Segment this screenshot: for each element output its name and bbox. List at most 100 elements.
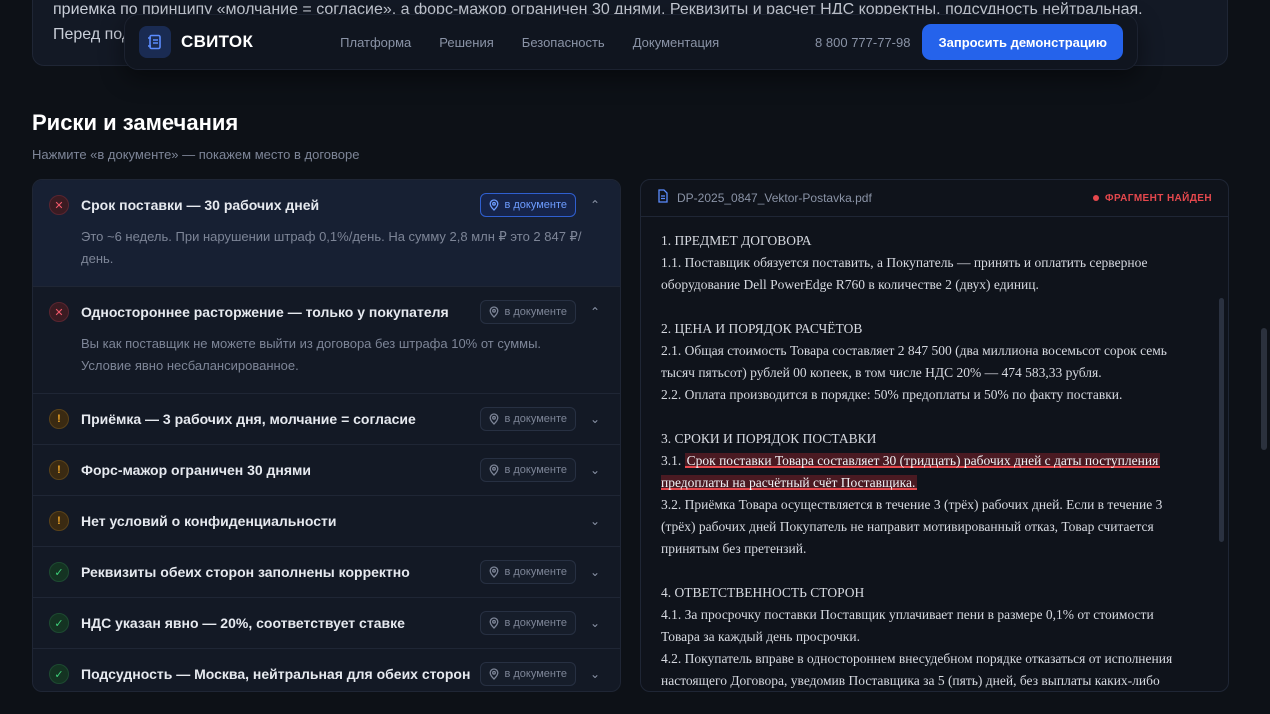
location-pin-icon: [489, 668, 499, 680]
risks-list: ✕ Срок поставки — 30 рабочих дней в доку…: [32, 179, 621, 692]
risk-title: Приёмка — 3 рабочих дня, молчание = согл…: [81, 411, 416, 427]
risk-title: Подсудность — Москва, нейтральная для об…: [81, 666, 471, 682]
chevron-down-icon[interactable]: ⌄: [586, 616, 604, 630]
warning-status-icon: !: [49, 460, 69, 480]
clause-number: 3.1.: [661, 453, 682, 468]
nav-links: Платформа Решения Безопасность Документа…: [340, 35, 747, 50]
nav-link-solutions[interactable]: Решения: [439, 35, 493, 50]
doc-heading: 4. ОТВЕТСТВЕННОСТЬ СТОРОН: [661, 585, 865, 600]
doc-line: 2.2. Оплата производится в порядке: 50% …: [661, 387, 1123, 402]
chevron-down-icon[interactable]: ⌄: [586, 514, 604, 528]
show-in-document-label: в документе: [504, 566, 567, 578]
fragment-found-badge: ФРАГМЕНТ НАЙДЕН: [1093, 193, 1212, 204]
page-scrollbar[interactable]: [1261, 328, 1267, 450]
show-in-document-button[interactable]: в документе: [480, 458, 576, 482]
risk-item-jurisdiction[interactable]: ✓ Подсудность — Москва, нейтральная для …: [33, 649, 620, 691]
location-pin-icon: [489, 306, 499, 318]
chevron-down-icon[interactable]: ⌄: [586, 565, 604, 579]
top-navigation: СВИТОК Платформа Решения Безопасность До…: [124, 14, 1138, 70]
risk-item-confidentiality[interactable]: ! Нет условий о конфиденциальности ⌄: [33, 496, 620, 547]
risk-detail-line: день.: [81, 251, 114, 266]
risk-title: Нет условий о конфиденциальности: [81, 513, 337, 529]
show-in-document-label: в документе: [504, 668, 567, 680]
doc-line: (трёх) рабочих дней Покупатель не направ…: [661, 519, 1154, 534]
doc-line: принятым без претензий.: [661, 541, 807, 556]
show-in-document-button[interactable]: в документе: [480, 662, 576, 686]
risk-title: Срок поставки — 30 рабочих дней: [81, 197, 320, 213]
doc-line: 2.1. Общая стоимость Товара составляет 2…: [661, 343, 1167, 358]
show-in-document-label: в документе: [504, 617, 567, 629]
error-status-icon: ✕: [49, 302, 69, 322]
doc-line: Товара за каждый день просрочки.: [661, 629, 860, 644]
risk-detail-line: Условие явно несбалансированное.: [81, 358, 299, 373]
request-demo-button[interactable]: Запросить демонстрацию: [922, 24, 1123, 60]
nav-link-docs[interactable]: Документация: [633, 35, 720, 50]
nav-link-platform[interactable]: Платформа: [340, 35, 411, 50]
show-in-document-button[interactable]: в документе: [480, 560, 576, 584]
doc-line: 4.1. За просрочку поставки Поставщик упл…: [661, 607, 1154, 622]
show-in-document-label: в документе: [504, 199, 567, 211]
risk-title: Форс-мажор ограничен 30 днями: [81, 462, 312, 478]
doc-heading: 1. ПРЕДМЕТ ДОГОВОРА: [661, 233, 812, 248]
document-scrollbar[interactable]: [1219, 298, 1224, 542]
error-status-icon: ✕: [49, 195, 69, 215]
chevron-down-icon[interactable]: ⌄: [586, 667, 604, 681]
chevron-down-icon[interactable]: ⌄: [586, 463, 604, 477]
doc-line: предоплаты на расчётный счёт Поставщика.: [661, 472, 1208, 494]
risk-detail: Вы как поставщик не можете выйти из дого…: [33, 333, 620, 393]
document-text: 1. ПРЕДМЕТ ДОГОВОРА 1.1. Поставщик обязу…: [641, 217, 1228, 691]
show-in-document-label: в документе: [504, 413, 567, 425]
chevron-up-icon[interactable]: ⌃: [586, 198, 604, 212]
show-in-document-button[interactable]: в документе: [480, 407, 576, 431]
risk-item-force-majeure[interactable]: ! Форс-мажор ограничен 30 днями в докуме…: [33, 445, 620, 496]
location-pin-icon: [489, 617, 499, 629]
risk-title: Одностороннее расторжение — только у пок…: [81, 304, 449, 320]
document-header: DP-2025_0847_Vektor-Postavka.pdf ФРАГМЕН…: [641, 180, 1228, 217]
document-filename: DP-2025_0847_Vektor-Postavka.pdf: [677, 191, 872, 205]
doc-line: настоящего Договора, уведомив Поставщика…: [661, 673, 1160, 688]
show-in-document-label: в документе: [504, 464, 567, 476]
risk-item-acceptance[interactable]: ! Приёмка — 3 рабочих дня, молчание = со…: [33, 394, 620, 445]
risk-item-delivery-term[interactable]: ✕ Срок поставки — 30 рабочих дней в доку…: [33, 180, 620, 287]
risk-detail: Это ~6 недель. При нарушении штраф 0,1%/…: [33, 226, 620, 286]
fragment-found-label: ФРАГМЕНТ НАЙДЕН: [1105, 192, 1212, 204]
risk-item-termination[interactable]: ✕ Одностороннее расторжение — только у п…: [33, 287, 620, 394]
check-status-icon: ✓: [49, 664, 69, 684]
document-viewer: DP-2025_0847_Vektor-Postavka.pdf ФРАГМЕН…: [640, 179, 1229, 692]
location-pin-icon: [489, 199, 499, 211]
show-in-document-button[interactable]: в документе: [480, 611, 576, 635]
doc-line: 4.2. Покупатель вправе в одностороннем в…: [661, 651, 1173, 666]
doc-line: 1.1. Поставщик обязуется поставить, а По…: [661, 255, 1148, 270]
check-status-icon: ✓: [49, 613, 69, 633]
risk-item-vat[interactable]: ✓ НДС указан явно — 20%, соответствует с…: [33, 598, 620, 649]
warning-status-icon: !: [49, 409, 69, 429]
show-in-document-label: в документе: [504, 306, 567, 318]
risk-item-requisites[interactable]: ✓ Реквизиты обеих сторон заполнены корре…: [33, 547, 620, 598]
doc-line: 3.1. Срок поставки Товара составляет 30 …: [661, 450, 1208, 472]
highlighted-fragment: Срок поставки Товара составляет 30 (трид…: [684, 453, 1161, 468]
doc-line: 3.2. Приёмка Товара осуществляется в теч…: [661, 497, 1163, 512]
nav-link-security[interactable]: Безопасность: [522, 35, 605, 50]
doc-heading: 2. ЦЕНА И ПОРЯДОК РАСЧЁТОВ: [661, 321, 863, 336]
brand-name[interactable]: СВИТОК: [181, 32, 253, 52]
doc-line: оборудование Dell PowerEdge R760 в колич…: [661, 277, 1039, 292]
chevron-down-icon[interactable]: ⌄: [586, 412, 604, 426]
section-hint: Нажмите «в документе» — покажем место в …: [32, 147, 360, 162]
show-in-document-button[interactable]: в документе: [480, 193, 576, 217]
risk-detail-line: Вы как поставщик не можете выйти из дого…: [81, 336, 542, 351]
highlighted-fragment: предоплаты на расчётный счёт Поставщика.: [661, 475, 918, 490]
risk-detail-line: Это ~6 недель. При нарушении штраф 0,1%/…: [81, 229, 582, 244]
phone-number[interactable]: 8 800 777-77-98: [815, 35, 910, 50]
show-in-document-button[interactable]: в документе: [480, 300, 576, 324]
location-pin-icon: [489, 464, 499, 476]
section-title: Риски и замечания: [32, 110, 239, 135]
logo-scroll-icon[interactable]: [139, 26, 171, 58]
risk-title: Реквизиты обеих сторон заполнены коррект…: [81, 564, 410, 580]
chevron-up-icon[interactable]: ⌃: [586, 305, 604, 319]
location-pin-icon: [489, 413, 499, 425]
doc-heading: 3. СРОКИ И ПОРЯДОК ПОСТАВКИ: [661, 431, 877, 446]
check-status-icon: ✓: [49, 562, 69, 582]
warning-status-icon: !: [49, 511, 69, 531]
location-pin-icon: [489, 566, 499, 578]
risk-title: НДС указан явно — 20%, соответствует ста…: [81, 615, 405, 631]
